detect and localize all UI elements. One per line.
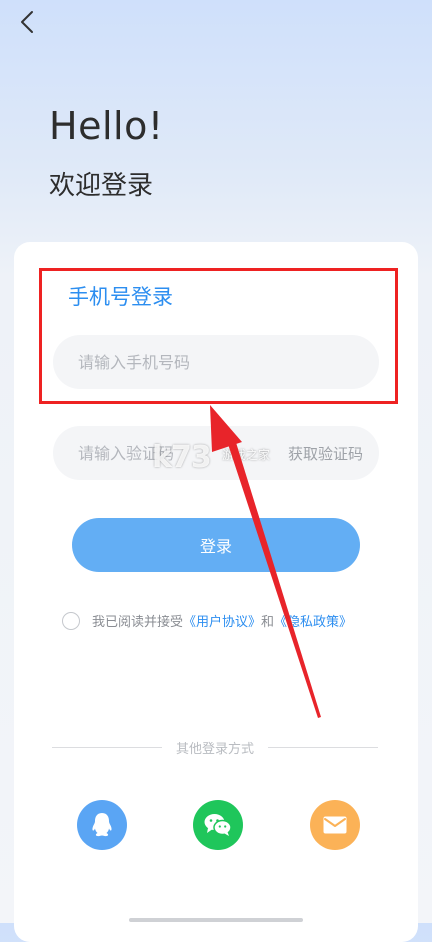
code-field[interactable]: 获取验证码 xyxy=(53,426,379,480)
agreement-and: 和 xyxy=(261,615,275,630)
other-login-divider: 其他登录方式 xyxy=(52,738,379,757)
agreement-row: 我已阅读并接受 《用户协议》 和 《隐私政策》 xyxy=(62,611,352,630)
home-indicator xyxy=(129,918,303,922)
divider-line-right xyxy=(268,747,379,748)
divider-line-left xyxy=(52,747,162,748)
privacy-policy-link[interactable]: 《隐私政策》 xyxy=(274,611,352,630)
user-agreement-link[interactable]: 《用户协议》 xyxy=(183,611,261,630)
qq-icon xyxy=(92,813,112,837)
wechat-login-button[interactable] xyxy=(193,800,243,850)
greeting-title: Hello! xyxy=(49,104,164,148)
highlight-box xyxy=(39,268,398,404)
agree-checkbox[interactable] xyxy=(62,611,80,630)
get-code-button[interactable]: 获取验证码 xyxy=(288,443,363,464)
back-icon[interactable] xyxy=(14,8,42,36)
watermark-subtext: 游戏之家 xyxy=(222,448,271,462)
agreement-prefix: 我已阅读并接受 xyxy=(92,615,184,630)
wechat-icon xyxy=(204,814,232,836)
watermark-logo: k73 xyxy=(152,440,212,475)
mail-icon xyxy=(323,816,347,834)
other-login-label: 其他登录方式 xyxy=(176,742,255,757)
qq-login-button[interactable] xyxy=(77,800,127,850)
welcome-subtitle: 欢迎登录 xyxy=(49,171,154,201)
email-login-button[interactable] xyxy=(310,800,360,850)
login-button[interactable]: 登录 xyxy=(72,518,360,572)
